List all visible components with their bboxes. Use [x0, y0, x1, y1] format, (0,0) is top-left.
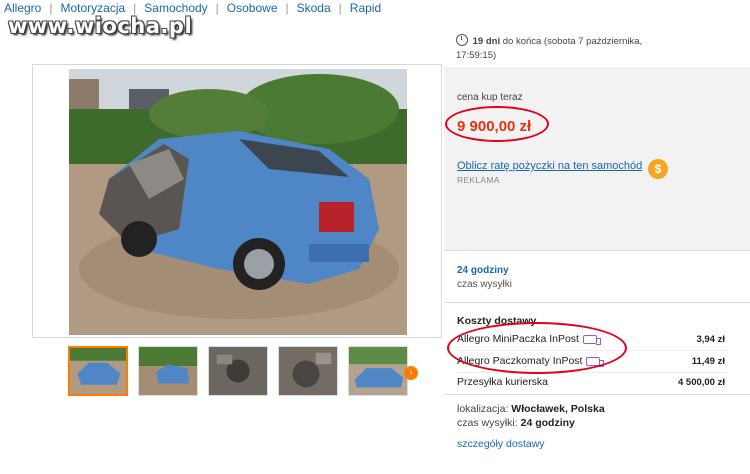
breadcrumb-separator: |: [338, 1, 342, 15]
thumbnail[interactable]: [208, 346, 268, 396]
clock-icon: [456, 34, 468, 46]
delivery-annotation-circle: [447, 322, 627, 374]
thumbnail[interactable]: [348, 346, 408, 396]
breadcrumb-separator: |: [285, 1, 289, 15]
next-thumbnails-button[interactable]: ›: [404, 366, 418, 380]
breadcrumb-separator: |: [215, 1, 219, 15]
breadcrumb-osobowe[interactable]: Osobowe: [223, 0, 282, 16]
price-annotation-circle: [445, 106, 549, 142]
breadcrumb-rapid[interactable]: Rapid: [346, 0, 385, 16]
thumbnail[interactable]: [68, 346, 128, 396]
ship-value: 24 godziny: [520, 417, 575, 429]
thumbnail-strip: [68, 346, 408, 396]
delivery-option-amount: 4 500,00 zł: [677, 376, 725, 388]
thumbnail[interactable]: [278, 346, 338, 396]
divider: [457, 372, 727, 373]
delivery-details-link[interactable]: szczegóły dostawy: [457, 438, 545, 450]
location-label: lokalizacja:: [457, 403, 509, 415]
gallery-frame: [32, 64, 442, 338]
thumbnail[interactable]: [138, 346, 198, 396]
shipping-time-label: czas wysyłki: [457, 279, 513, 290]
timer-days: 19 dni: [472, 36, 501, 47]
timer-time: 17:59:15): [456, 50, 497, 61]
price-label: cena kup teraz: [457, 92, 523, 103]
location-value: Włocławek, Polska: [511, 403, 605, 415]
auction-timer: 19 dni do końca (sobota 7 października, …: [456, 34, 656, 63]
main-photo[interactable]: [69, 69, 407, 335]
location-info: lokalizacja: Włocławek, Polska czas wysy…: [457, 402, 605, 430]
loan-calculator-link[interactable]: Oblicz ratę pożyczki na ten samochód: [457, 160, 642, 172]
watermark: www.wiocha.pl: [8, 14, 193, 38]
delivery-option-name: Przesyłka kurierska: [457, 376, 549, 388]
divider: [444, 250, 750, 251]
delivery-option: Przesyłka kurierska 4 500,00 zł: [457, 376, 725, 388]
ship-label: czas wysyłki:: [457, 417, 518, 429]
divider: [444, 302, 750, 303]
breadcrumb-skoda[interactable]: Skoda: [293, 0, 335, 16]
ad-label: REKLAMA: [457, 175, 500, 185]
delivery-option-amount: 3,94 zł: [696, 333, 725, 345]
coin-icon[interactable]: $: [648, 159, 668, 179]
shipping-time: 24 godziny: [457, 265, 509, 276]
timer-rest: do końca (sobota 7 października,: [502, 36, 643, 47]
divider: [444, 394, 750, 395]
delivery-option-amount: 11,49 zł: [691, 355, 725, 367]
